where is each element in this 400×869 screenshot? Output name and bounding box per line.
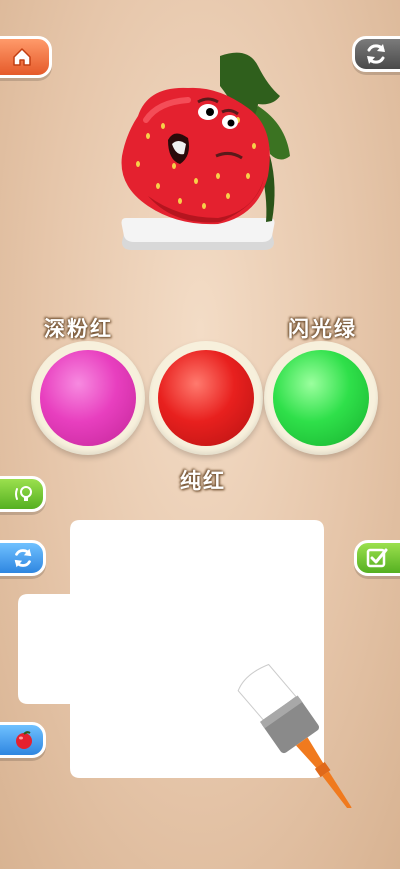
paint-brush-icon[interactable] — [232, 648, 382, 808]
strawberry-image — [121, 52, 290, 225]
color-label-pink: 深粉红 — [44, 317, 113, 341]
checkbox-check-icon — [366, 548, 388, 568]
home-button[interactable] — [0, 36, 52, 78]
home-icon — [13, 48, 31, 66]
color-label-red: 纯红 — [180, 469, 226, 493]
paint-pot-green[interactable] — [264, 341, 378, 455]
paint-pot-pink[interactable] — [31, 341, 145, 455]
refresh-icon — [367, 44, 385, 64]
hint-button[interactable] — [0, 476, 46, 512]
confirm-button[interactable] — [354, 540, 400, 576]
color-label-green: 闪光绿 — [288, 317, 357, 341]
restart-button[interactable] — [352, 36, 400, 72]
paint-pot-red[interactable] — [149, 341, 263, 455]
lightbulb-icon — [15, 486, 32, 501]
